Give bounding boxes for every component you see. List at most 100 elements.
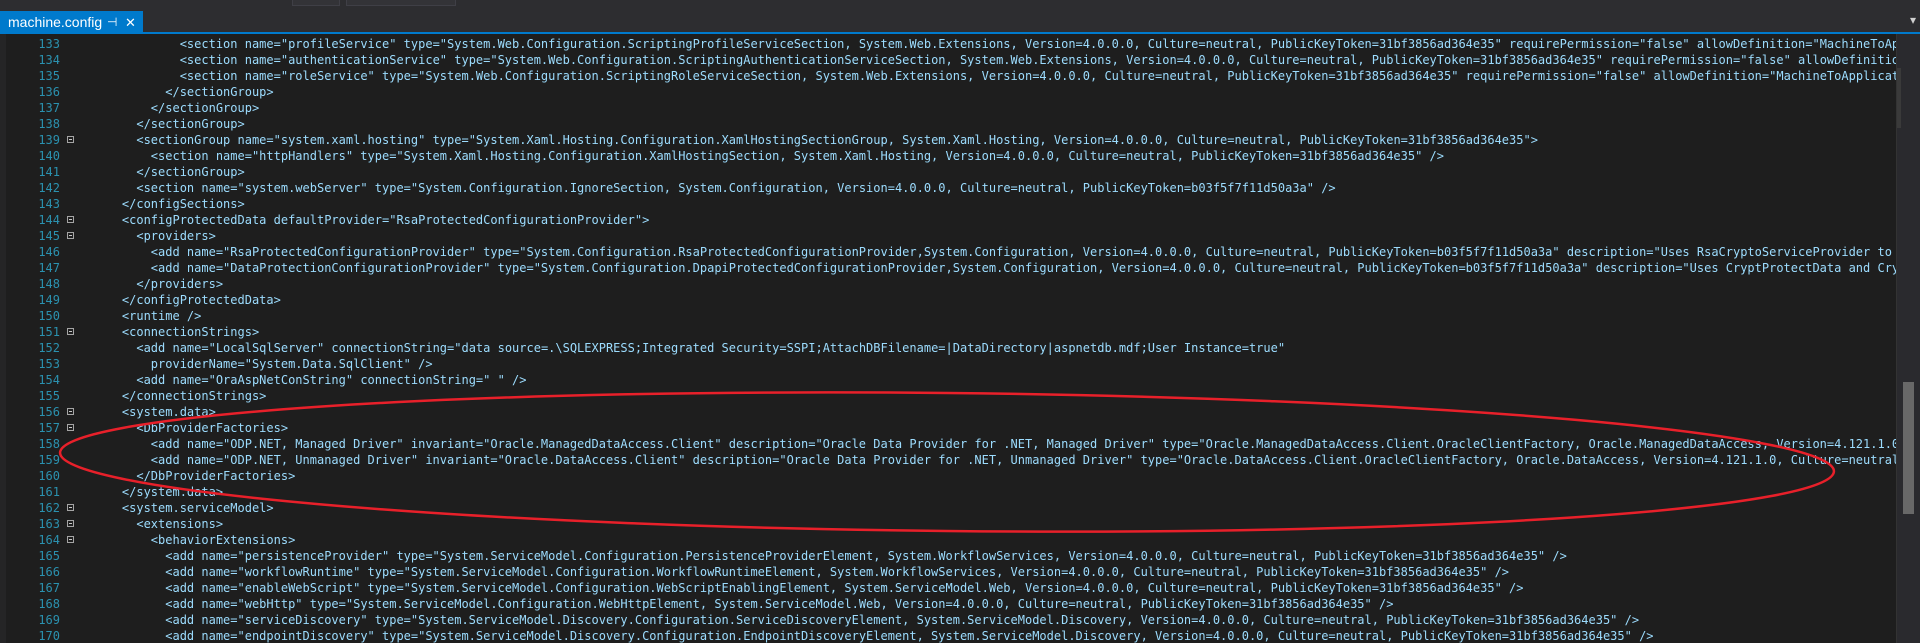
- vertical-scrollbar[interactable]: [1896, 34, 1920, 643]
- code-line[interactable]: 148 </providers>: [0, 276, 1897, 292]
- line-number: 170: [38, 629, 60, 643]
- pin-icon[interactable]: ⊣: [107, 11, 117, 34]
- code-line[interactable]: 136 </sectionGroup>: [0, 84, 1897, 100]
- code-content: <add name="LocalSqlServer" connectionStr…: [136, 341, 1286, 355]
- code-content: </system.data>: [121, 485, 224, 499]
- code-content: </DbProviderFactories>: [136, 469, 296, 483]
- code-line[interactable]: 143 </configSections>: [0, 196, 1897, 212]
- collapse-icon[interactable]: [67, 136, 74, 143]
- code-line[interactable]: 142 <section name="system.webServer" typ…: [0, 180, 1897, 196]
- code-line[interactable]: 163 <extensions>: [0, 516, 1897, 532]
- line-number: 144: [38, 213, 60, 227]
- collapse-icon[interactable]: [67, 504, 74, 511]
- code-line[interactable]: 145 <providers>: [0, 228, 1897, 244]
- code-line[interactable]: 147 <add name="DataProtectionConfigurati…: [0, 260, 1920, 276]
- code-line[interactable]: 170 <add name="endpointDiscovery" type="…: [0, 628, 1897, 643]
- code-content: <add name="OraAspNetConString" connectio…: [136, 373, 527, 387]
- code-line[interactable]: 169 <add name="serviceDiscovery" type="S…: [0, 612, 1897, 628]
- code-line[interactable]: 158 <add name="ODP.NET, Managed Driver" …: [0, 436, 1920, 452]
- code-content: <connectionStrings>: [121, 325, 260, 339]
- line-number: 159: [38, 453, 60, 467]
- line-number: 160: [38, 469, 60, 483]
- code-line[interactable]: 133 <section name="profileService" type=…: [0, 36, 1920, 52]
- line-number: 154: [38, 373, 60, 387]
- code-content: <add name="persistenceProvider" type="Sy…: [165, 549, 1567, 563]
- code-content: </sectionGroup>: [136, 165, 245, 179]
- code-line[interactable]: 159 <add name="ODP.NET, Unmanaged Driver…: [0, 452, 1920, 468]
- collapse-icon[interactable]: [67, 408, 74, 415]
- tab-title: machine.config: [8, 14, 103, 30]
- code-line[interactable]: 166 <add name="workflowRuntime" type="Sy…: [0, 564, 1897, 580]
- code-line[interactable]: 167 <add name="enableWebScript" type="Sy…: [0, 580, 1897, 596]
- code-line[interactable]: 141 </sectionGroup>: [0, 164, 1897, 180]
- code-line[interactable]: 164 <behaviorExtensions>: [0, 532, 1897, 548]
- close-icon[interactable]: ✕: [125, 11, 136, 34]
- code-line[interactable]: 135 <section name="roleService" type="Sy…: [0, 68, 1920, 84]
- code-text: </sectionGroup>: [93, 116, 244, 132]
- collapse-icon[interactable]: [67, 520, 74, 527]
- code-line[interactable]: 161 </system.data>: [0, 484, 1897, 500]
- tab-overflow-icon[interactable]: ▾: [1910, 13, 1916, 27]
- tab-machine-config[interactable]: machine.config ⊣ ✕: [0, 11, 143, 34]
- collapse-icon[interactable]: [67, 424, 74, 431]
- line-number: 142: [38, 181, 60, 195]
- code-line[interactable]: 165 <add name="persistenceProvider" type…: [0, 548, 1897, 564]
- code-line[interactable]: 168 <add name="webHttp" type="System.Ser…: [0, 596, 1897, 612]
- line-number: 152: [38, 341, 60, 355]
- code-line[interactable]: 139 <sectionGroup name="system.xaml.host…: [0, 132, 1897, 148]
- toolbar-combo[interactable]: [346, 0, 456, 6]
- code-text: </providers>: [93, 276, 223, 292]
- collapse-icon[interactable]: [67, 232, 74, 239]
- code-text: <system.data>: [93, 404, 216, 420]
- code-line[interactable]: 155 </connectionStrings>: [0, 388, 1897, 404]
- code-content: </providers>: [136, 277, 224, 291]
- code-line[interactable]: 151 <connectionStrings>: [0, 324, 1897, 340]
- collapse-icon[interactable]: [67, 328, 74, 335]
- code-text: <sectionGroup name="system.xaml.hosting"…: [93, 132, 1538, 148]
- code-content: <add name="workflowRuntime" type="System…: [165, 565, 1510, 579]
- code-editor[interactable]: 133 <section name="profileService" type=…: [0, 34, 1920, 643]
- collapse-icon[interactable]: [67, 216, 74, 223]
- code-content: <behaviorExtensions>: [150, 533, 296, 547]
- code-line[interactable]: 162 <system.serviceModel>: [0, 500, 1897, 516]
- code-line[interactable]: 157 <DbProviderFactories>: [0, 420, 1897, 436]
- code-content: <section name="httpHandlers" type="Syste…: [150, 149, 1445, 163]
- code-line[interactable]: 137 </sectionGroup>: [0, 100, 1897, 116]
- code-line[interactable]: 156 <system.data>: [0, 404, 1897, 420]
- code-line[interactable]: 152 <add name="LocalSqlServer" connectio…: [0, 340, 1897, 356]
- code-line[interactable]: 154 <add name="OraAspNetConString" conne…: [0, 372, 1897, 388]
- code-line[interactable]: 149 </configProtectedData>: [0, 292, 1897, 308]
- code-line[interactable]: 140 <section name="httpHandlers" type="S…: [0, 148, 1897, 164]
- code-text: <add name="endpointDiscovery" type="Syst…: [93, 628, 1653, 643]
- line-number: 165: [38, 549, 60, 563]
- code-line[interactable]: 146 <add name="RsaProtectedConfiguration…: [0, 244, 1920, 260]
- toolbar-combo[interactable]: [292, 0, 340, 6]
- code-text: </sectionGroup>: [93, 164, 245, 180]
- line-number: 143: [38, 197, 60, 211]
- code-line[interactable]: 144 <configProtectedData defaultProvider…: [0, 212, 1897, 228]
- code-line[interactable]: 138 </sectionGroup>: [0, 116, 1897, 132]
- code-line[interactable]: 150 <runtime />: [0, 308, 1897, 324]
- code-text: <add name="LocalSqlServer" connectionStr…: [93, 340, 1285, 356]
- code-line[interactable]: 134 <section name="authenticationService…: [0, 52, 1920, 68]
- code-content: <system.serviceModel>: [121, 501, 274, 515]
- collapse-icon[interactable]: [67, 536, 74, 543]
- scrollbar-thumb[interactable]: [1903, 382, 1914, 514]
- scroll-overview-mark: [1897, 68, 1901, 128]
- code-line[interactable]: 153 providerName="System.Data.SqlClient"…: [0, 356, 1897, 372]
- code-line[interactable]: 160 </DbProviderFactories>: [0, 468, 1897, 484]
- code-text: </configProtectedData>: [93, 292, 281, 308]
